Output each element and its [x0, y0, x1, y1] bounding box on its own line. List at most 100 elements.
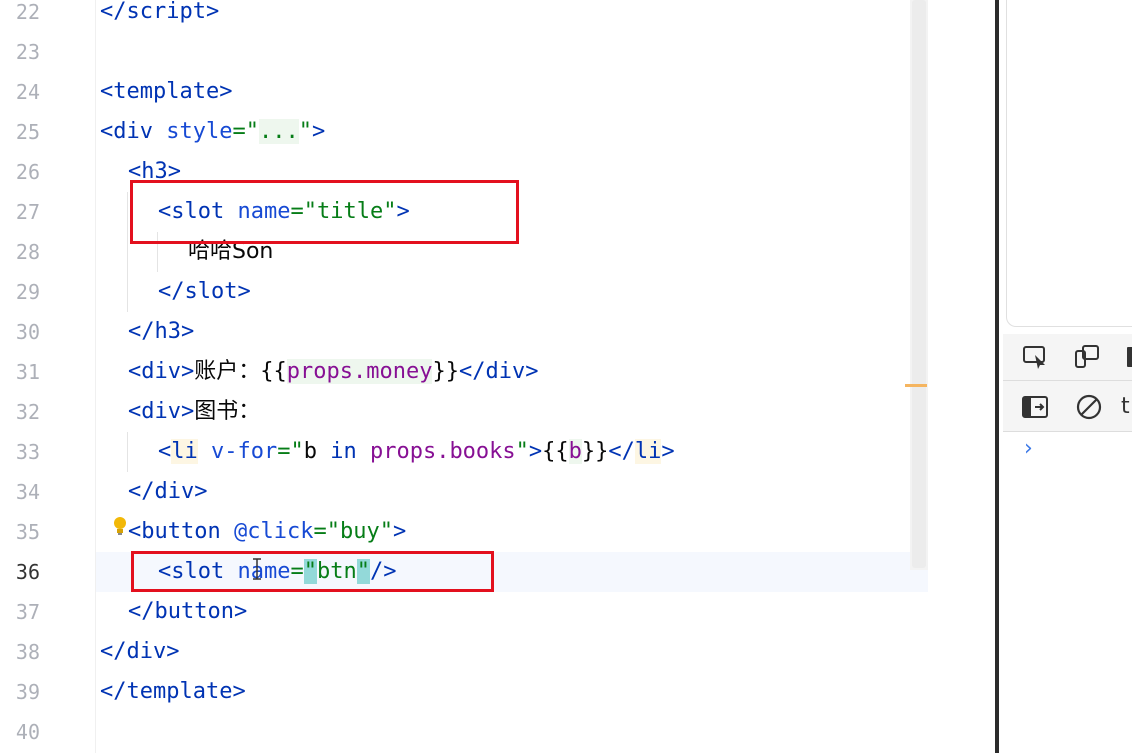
- line-number: 30: [15, 320, 40, 344]
- tag-bracket: >: [392, 519, 407, 544]
- annotation-box-title-slot: [130, 180, 519, 244]
- line-number: 35: [15, 520, 40, 544]
- code-line-37[interactable]: </button>: [128, 592, 247, 632]
- tag-bracket: <: [100, 119, 114, 144]
- code-line-32[interactable]: <div>图书：: [128, 392, 260, 432]
- tag-bracket: </: [458, 359, 486, 384]
- line-number-gutter: 22 23 24 25 26 27 28 29 30 31 32 33 34 3…: [0, 0, 96, 753]
- code-line-22[interactable]: </script>: [100, 0, 219, 32]
- tag-name: h3: [154, 319, 182, 344]
- line-number: 33: [15, 440, 40, 464]
- code-editor[interactable]: 22 23 24 25 26 27 28 29 30 31 32 33 34 3…: [0, 0, 928, 753]
- line-number-current: 36: [15, 560, 40, 584]
- code-line-25[interactable]: <div style="...">: [100, 112, 325, 152]
- code-line-30[interactable]: </h3>: [128, 312, 194, 352]
- tag-name: slot: [184, 279, 238, 304]
- tag-name: button: [154, 599, 234, 624]
- line-number: 40: [15, 720, 40, 744]
- tag-bracket: >: [181, 319, 195, 344]
- tag-bracket: </: [100, 639, 127, 664]
- folded-style-value[interactable]: ...: [258, 119, 299, 144]
- interpolation-expression: b: [568, 439, 582, 464]
- tag-bracket: </: [608, 439, 635, 464]
- inspect-element-icon[interactable]: [1021, 343, 1049, 371]
- line-number: 29: [15, 280, 40, 304]
- indent-guide: [127, 192, 128, 312]
- tag-bracket: </: [100, 0, 127, 24]
- tag-bracket: >: [232, 679, 246, 704]
- attr-value: "buy": [326, 519, 393, 544]
- tag-name: div: [113, 119, 153, 144]
- tag-name: script: [126, 0, 206, 24]
- line-number: 32: [15, 400, 40, 424]
- tag-bracket: >: [311, 119, 326, 144]
- annotation-box-btn-slot: [131, 551, 494, 592]
- lightbulb-icon[interactable]: [112, 516, 128, 536]
- tag-bracket: >: [525, 359, 539, 384]
- more-tools-icon[interactable]: [1125, 343, 1132, 371]
- console-filter-input[interactable]: t: [1121, 394, 1130, 419]
- text-content: 图书：: [194, 399, 261, 424]
- mustache-open: {{: [542, 439, 569, 464]
- line-number: 23: [15, 40, 40, 64]
- console-toolbar: t: [1003, 381, 1132, 432]
- tag-name: div: [126, 639, 167, 664]
- tag-bracket: >: [661, 439, 675, 464]
- loop-source: props.books: [369, 439, 516, 464]
- line-number: 37: [15, 600, 40, 624]
- devtools-toolbar: [1003, 334, 1132, 381]
- clear-console-icon[interactable]: [1075, 393, 1103, 421]
- code-line-29[interactable]: </slot>: [158, 272, 251, 312]
- line-number: 31: [15, 360, 40, 384]
- interpolation-expression: props.money: [286, 359, 433, 384]
- tag-bracket: >: [528, 439, 543, 464]
- tag-bracket: <: [100, 79, 114, 104]
- in-keyword: in: [316, 439, 370, 464]
- code-line-34[interactable]: </div>: [128, 472, 208, 512]
- browser-preview-area: [1006, 0, 1132, 327]
- string-quote: ": [290, 439, 304, 464]
- attr-name: style: [166, 119, 233, 144]
- line-number: 39: [15, 680, 40, 704]
- tag-bracket: >: [181, 399, 195, 424]
- code-line-24[interactable]: <template>: [100, 72, 232, 112]
- tag-name: template: [126, 679, 233, 704]
- line-number: 27: [15, 200, 40, 224]
- code-line-35[interactable]: <button @click="buy">: [128, 512, 406, 552]
- tag-bracket: >: [237, 279, 251, 304]
- tag-bracket: >: [166, 639, 180, 664]
- attr-eq: =: [313, 519, 327, 544]
- indent-guide: [127, 432, 128, 472]
- code-line-38[interactable]: </div>: [100, 632, 180, 672]
- tag-name: button: [141, 519, 221, 544]
- code-line-33[interactable]: <li v-for="b in props.books">{{b}}</li>: [158, 432, 675, 472]
- tag-name: template: [113, 79, 220, 104]
- line-number: 34: [15, 480, 40, 504]
- tag-bracket: </: [100, 679, 127, 704]
- mustache-close: }}: [432, 359, 459, 384]
- tag-bracket: </: [128, 599, 155, 624]
- tag-name: li: [634, 439, 662, 464]
- attr-eq: =: [232, 119, 246, 144]
- sidebar-toggle-icon[interactable]: [1021, 393, 1049, 421]
- tag-bracket: >: [233, 599, 248, 624]
- tag-name: div: [141, 359, 181, 384]
- mustache-open: {{: [260, 359, 287, 384]
- warning-marker[interactable]: [905, 384, 927, 387]
- tag-bracket: <: [128, 359, 142, 384]
- console-prompt-chevron-icon[interactable]: ›: [1024, 436, 1033, 461]
- code-line-31[interactable]: <div>账户：{{props.money}}</div>: [128, 352, 538, 392]
- loop-variable: b: [303, 439, 317, 464]
- tag-bracket: >: [181, 359, 195, 384]
- text-content: 账户：: [194, 359, 261, 384]
- tag-bracket: <: [128, 399, 142, 424]
- tag-name: li: [171, 439, 198, 464]
- device-toolbar-icon[interactable]: [1073, 343, 1101, 371]
- scrollbar-thumb[interactable]: [912, 0, 926, 568]
- line-number: 22: [15, 0, 40, 24]
- gutter-separator: [95, 0, 96, 753]
- string-quote: ": [298, 119, 312, 144]
- line-number: 24: [15, 80, 40, 104]
- code-line-39[interactable]: </template>: [100, 672, 246, 712]
- mustache-close: }}: [581, 439, 609, 464]
